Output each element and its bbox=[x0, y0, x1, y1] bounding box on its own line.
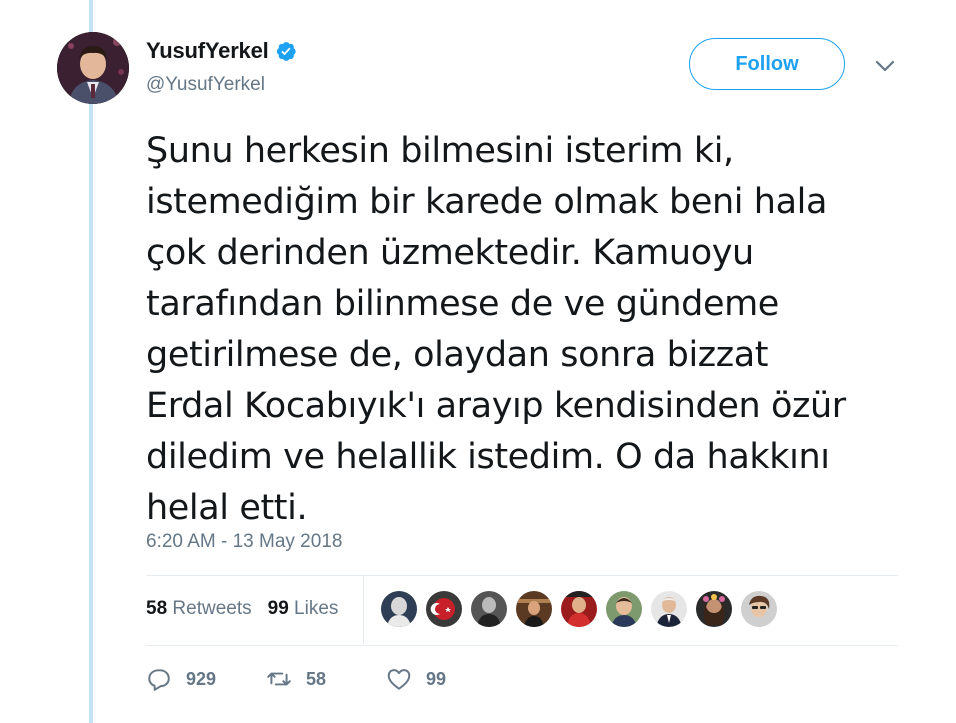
tweet-text: Şunu herkesin bilmesini isterim ki, iste… bbox=[146, 131, 846, 528]
retweet-action[interactable]: 58 bbox=[266, 666, 386, 692]
heart-icon bbox=[387, 669, 411, 690]
retweet-icon bbox=[267, 672, 291, 686]
divider bbox=[146, 645, 898, 646]
liker-avatar[interactable] bbox=[606, 591, 642, 627]
retweets-stat[interactable]: 58 Retweets bbox=[146, 598, 252, 620]
tweet-timestamp[interactable]: 6:20 AM - 13 May 2018 bbox=[146, 531, 342, 553]
liker-avatar[interactable] bbox=[516, 591, 552, 627]
user-avatar[interactable] bbox=[57, 32, 129, 104]
like-action[interactable]: 99 bbox=[386, 666, 506, 692]
chevron-down-icon[interactable] bbox=[874, 57, 896, 75]
thread-connector-line bbox=[89, 0, 93, 723]
divider bbox=[146, 575, 898, 576]
liker-avatar[interactable] bbox=[561, 591, 597, 627]
user-handle[interactable]: @YusufYerkel bbox=[146, 74, 265, 96]
likers-avatars bbox=[381, 591, 786, 627]
profile-photo-icon bbox=[57, 32, 129, 104]
liker-avatar[interactable] bbox=[471, 591, 507, 627]
retweet-count: 58 bbox=[306, 668, 327, 689]
reply-action[interactable]: 929 bbox=[146, 666, 266, 692]
liker-avatar[interactable] bbox=[651, 591, 687, 627]
liker-avatar[interactable] bbox=[426, 591, 462, 627]
likes-stat[interactable]: 99 Likes bbox=[268, 598, 339, 620]
like-count: 99 bbox=[426, 668, 447, 689]
verified-badge-icon bbox=[276, 42, 296, 61]
tweet-actions: 929 58 99 bbox=[146, 666, 506, 692]
liker-avatar[interactable] bbox=[696, 591, 732, 627]
reply-count: 929 bbox=[186, 668, 217, 689]
liker-avatar[interactable] bbox=[741, 591, 777, 627]
follow-button[interactable]: Follow bbox=[689, 38, 845, 90]
likes-label: Likes bbox=[294, 598, 339, 619]
retweets-count: 58 bbox=[146, 598, 168, 619]
stats-separator bbox=[363, 576, 364, 644]
likes-count: 99 bbox=[267, 598, 289, 619]
liker-avatar[interactable] bbox=[381, 591, 417, 627]
reply-icon bbox=[148, 669, 170, 691]
retweets-label: Retweets bbox=[172, 598, 252, 619]
tweet-stats: 58 Retweets 99 Likes bbox=[146, 598, 354, 620]
display-name[interactable]: YusufYerkel bbox=[146, 38, 269, 64]
